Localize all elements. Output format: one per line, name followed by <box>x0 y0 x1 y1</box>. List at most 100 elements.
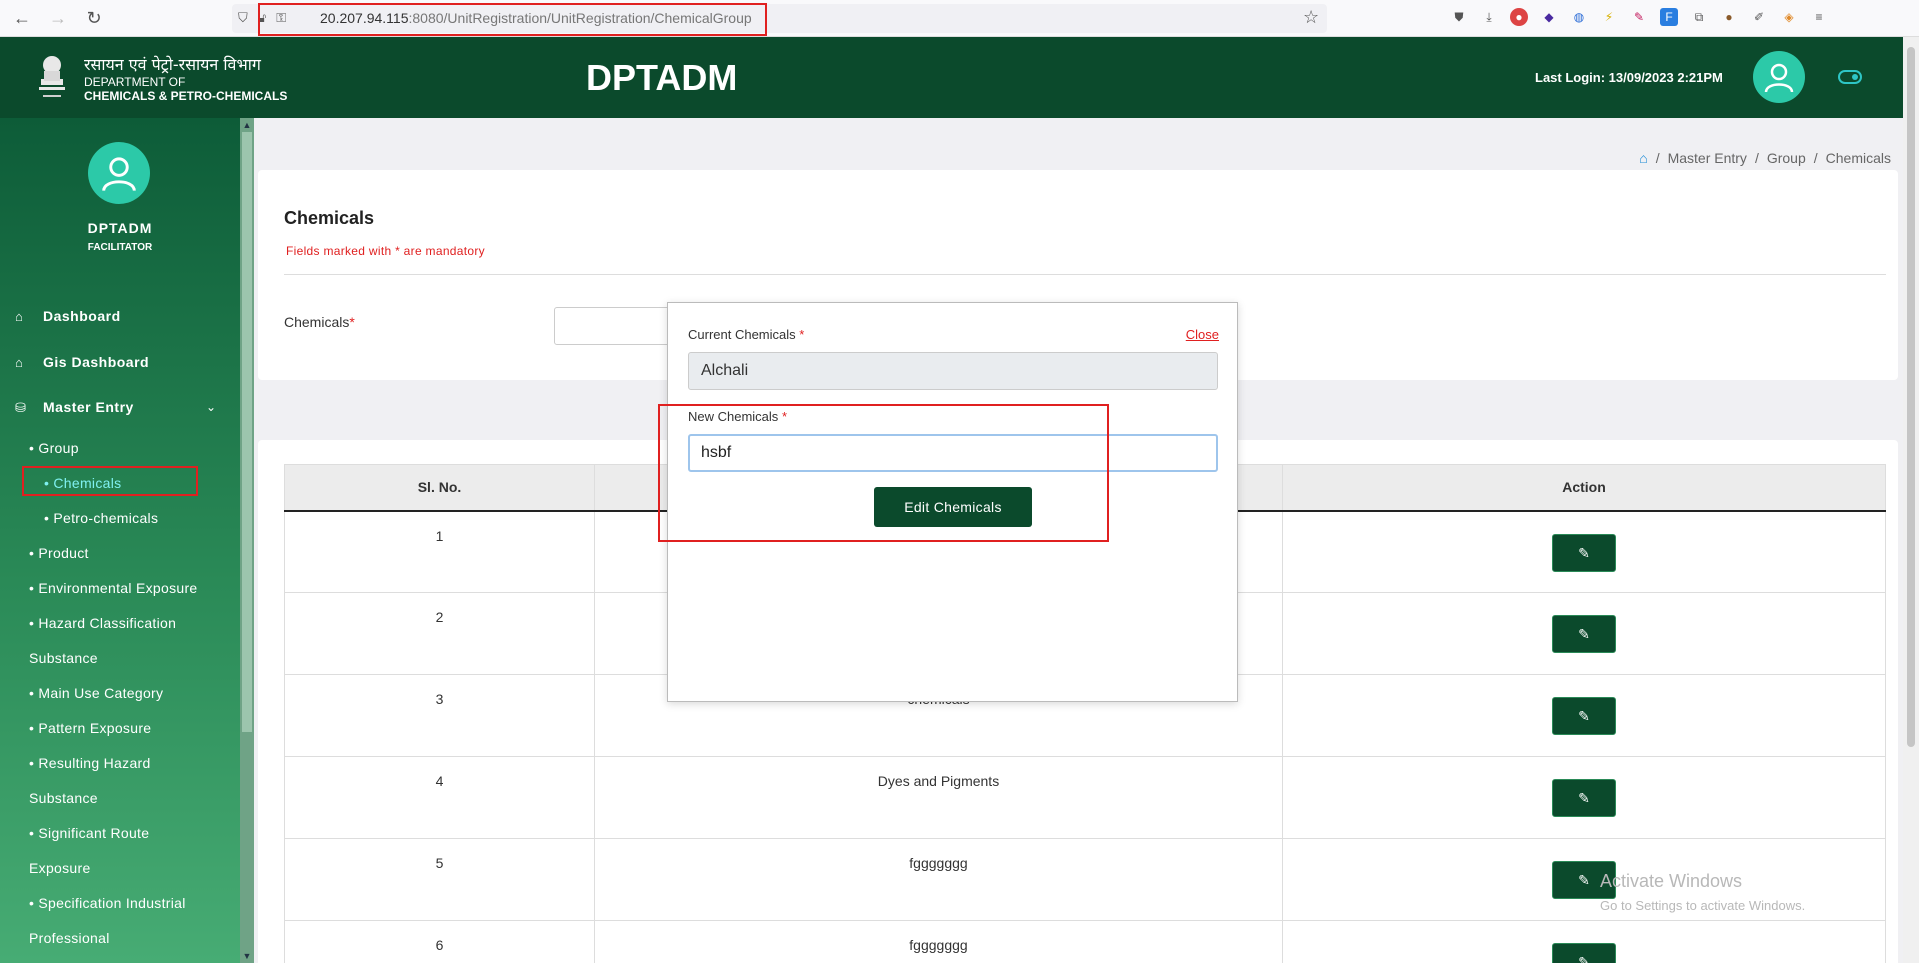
sidebar-item-group[interactable]: • Group <box>29 440 79 456</box>
reload-icon[interactable]: ↻ <box>80 4 108 32</box>
cell-action: ✎ <box>1282 674 1886 757</box>
page-title: Chemicals <box>284 208 375 228</box>
current-chemicals-label-text: Current Chemicals <box>688 327 796 342</box>
extension-pen-icon[interactable]: ✎ <box>1630 8 1648 26</box>
sidebar-item-significant-route[interactable]: • Significant Route <box>29 825 149 841</box>
home-icon[interactable]: ⌂ <box>1639 150 1647 166</box>
breadcrumb-current: Chemicals <box>1825 150 1891 166</box>
sidebar-item-specification-industrial[interactable]: • Specification Industrial <box>29 895 186 911</box>
sidebar-item-hazard-classification-cont[interactable]: Substance <box>29 650 98 666</box>
breadcrumb-separator: / <box>1813 150 1818 166</box>
breadcrumb-master-entry[interactable]: Master Entry <box>1668 150 1747 166</box>
sidebar-item-resulting-hazard-cont[interactable]: Substance <box>29 790 98 806</box>
sidebar-item-label: Dashboard <box>43 308 121 324</box>
cell-sl: 6 <box>284 920 595 963</box>
table-row: 6 fggggggg ✎ <box>284 920 1886 963</box>
last-login: Last Login: 13/09/2023 2:21PM <box>1535 70 1723 85</box>
sidebar-item-main-use-category[interactable]: • Main Use Category <box>29 685 163 701</box>
required-mark: * <box>799 327 805 342</box>
sidebar-item-pattern-exposure[interactable]: • Pattern Exposure <box>29 720 151 736</box>
user-avatar-icon[interactable] <box>1753 51 1805 103</box>
pocket-icon[interactable]: ⛊ <box>1450 8 1468 26</box>
page-scroll-thumb[interactable] <box>1907 47 1915 747</box>
cell-sl: 1 <box>284 510 595 593</box>
sidebar-item-master-entry[interactable]: ⛁ Master Entry <box>15 399 134 415</box>
page-scrollbar[interactable] <box>1903 37 1919 963</box>
extensions-puzzle-icon[interactable]: ⧉ <box>1690 8 1708 26</box>
cell-sl: 2 <box>284 592 595 675</box>
scroll-down-icon[interactable]: ▼ <box>242 951 252 961</box>
edit-icon: ✎ <box>1578 954 1590 963</box>
current-chemicals-field: Alchali <box>688 352 1218 390</box>
breadcrumb-separator: / <box>1754 150 1759 166</box>
edit-icon: ✎ <box>1578 708 1590 724</box>
edit-icon: ✎ <box>1578 544 1590 561</box>
edit-icon: ✎ <box>1578 790 1590 806</box>
cell-action: ✎ <box>1282 592 1886 675</box>
sidebar-avatar-icon <box>88 142 150 204</box>
back-icon[interactable]: ← <box>8 4 36 32</box>
close-link[interactable]: Close <box>1186 327 1219 342</box>
sidebar-item-specification-industrial-cont[interactable]: Professional <box>29 930 110 946</box>
national-emblem-icon <box>39 56 65 97</box>
sidebar: DPTADM FACILITATOR ⌂ Dashboard ⌂ Gis Das… <box>0 118 240 963</box>
table-row: 4 Dyes and Pigments ✎ <box>284 756 1886 839</box>
app-title: DPTADM <box>586 57 738 98</box>
sidebar-item-significant-route-cont[interactable]: Exposure <box>29 860 91 876</box>
current-chemicals-label: Current Chemicals * <box>688 327 804 342</box>
edit-button[interactable]: ✎ <box>1552 615 1616 653</box>
edit-icon[interactable]: ✐ <box>1750 8 1768 26</box>
sidebar-item-dashboard[interactable]: ⌂ Dashboard <box>15 308 121 324</box>
chemicals-label: Chemicals* <box>284 314 355 330</box>
dept-name-hindi: रसायन एवं पेट्रो-रसायन विभाग <box>84 55 261 74</box>
sidebar-item-petro-chemicals[interactable]: • Petro-chemicals <box>44 510 158 526</box>
dept-name-line2: CHEMICALS & PETRO-CHEMICALS <box>84 89 288 103</box>
required-mark: * <box>349 314 355 330</box>
scroll-thumb[interactable] <box>242 132 252 732</box>
sidebar-item-resulting-hazard[interactable]: • Resulting Hazard <box>29 755 151 771</box>
dept-name-line1: DEPARTMENT OF <box>84 75 186 89</box>
extension-globe-icon[interactable]: ◍ <box>1570 8 1588 26</box>
bookmark-star-icon[interactable]: ☆ <box>1303 7 1319 28</box>
edit-button[interactable]: ✎ <box>1552 779 1616 817</box>
edit-icon: ✎ <box>1578 872 1590 888</box>
edit-button[interactable]: ✎ <box>1552 697 1616 735</box>
sidebar-item-label: Gis Dashboard <box>43 354 150 370</box>
divider <box>284 274 1886 275</box>
edit-button[interactable]: ✎ <box>1552 943 1616 963</box>
cookie-icon[interactable]: ● <box>1720 8 1738 26</box>
home-icon: ⌂ <box>15 309 24 324</box>
forward-icon[interactable]: → <box>44 4 72 32</box>
sidebar-item-hazard-classification[interactable]: • Hazard Classification <box>29 615 176 631</box>
header-action: Action <box>1282 464 1886 512</box>
extension-blue-icon[interactable]: F <box>1660 8 1678 26</box>
sidebar-item-environmental-exposure[interactable]: • Environmental Exposure <box>29 580 198 596</box>
app-header: रसायन एवं पेट्रो-रसायन विभाग DEPARTMENT … <box>0 37 1903 118</box>
breadcrumb-group[interactable]: Group <box>1767 150 1806 166</box>
sidebar-item-gis-dashboard[interactable]: ⌂ Gis Dashboard <box>15 354 149 370</box>
sidebar-item-product[interactable]: • Product <box>29 545 89 561</box>
extension-lightning-icon[interactable]: ⚡ <box>1600 8 1618 26</box>
database-icon: ⛁ <box>15 400 27 415</box>
new-chemicals-highlight-box <box>658 404 1109 542</box>
scroll-up-icon[interactable]: ▲ <box>242 120 252 130</box>
download-icon[interactable]: ⤓ <box>1480 8 1498 26</box>
menu-icon[interactable]: ≡ <box>1810 8 1828 26</box>
toggle-icon[interactable] <box>1838 70 1862 84</box>
cell-name: fggggggg <box>594 838 1283 921</box>
header-sl-no: Sl. No. <box>284 464 595 512</box>
chevron-down-icon[interactable]: ⌄ <box>206 400 216 414</box>
breadcrumb-separator: / <box>1655 150 1660 166</box>
edit-button[interactable]: ✎ <box>1552 533 1616 572</box>
extension-purple-icon[interactable]: ◆ <box>1540 8 1558 26</box>
shield-icon: ⛉ <box>238 10 248 25</box>
extension-diamond-icon[interactable]: ◈ <box>1780 8 1798 26</box>
activate-windows-subtitle: Go to Settings to activate Windows. <box>1600 898 1806 913</box>
extension-red-icon[interactable]: ● <box>1510 8 1528 26</box>
cell-action: ✎ <box>1282 920 1886 963</box>
sidebar-scrollbar[interactable]: ▲ ▼ <box>240 118 254 963</box>
cell-name: fggggggg <box>594 920 1283 963</box>
edit-icon: ✎ <box>1578 626 1590 642</box>
home-icon: ⌂ <box>15 355 24 370</box>
cell-sl: 3 <box>284 674 595 757</box>
